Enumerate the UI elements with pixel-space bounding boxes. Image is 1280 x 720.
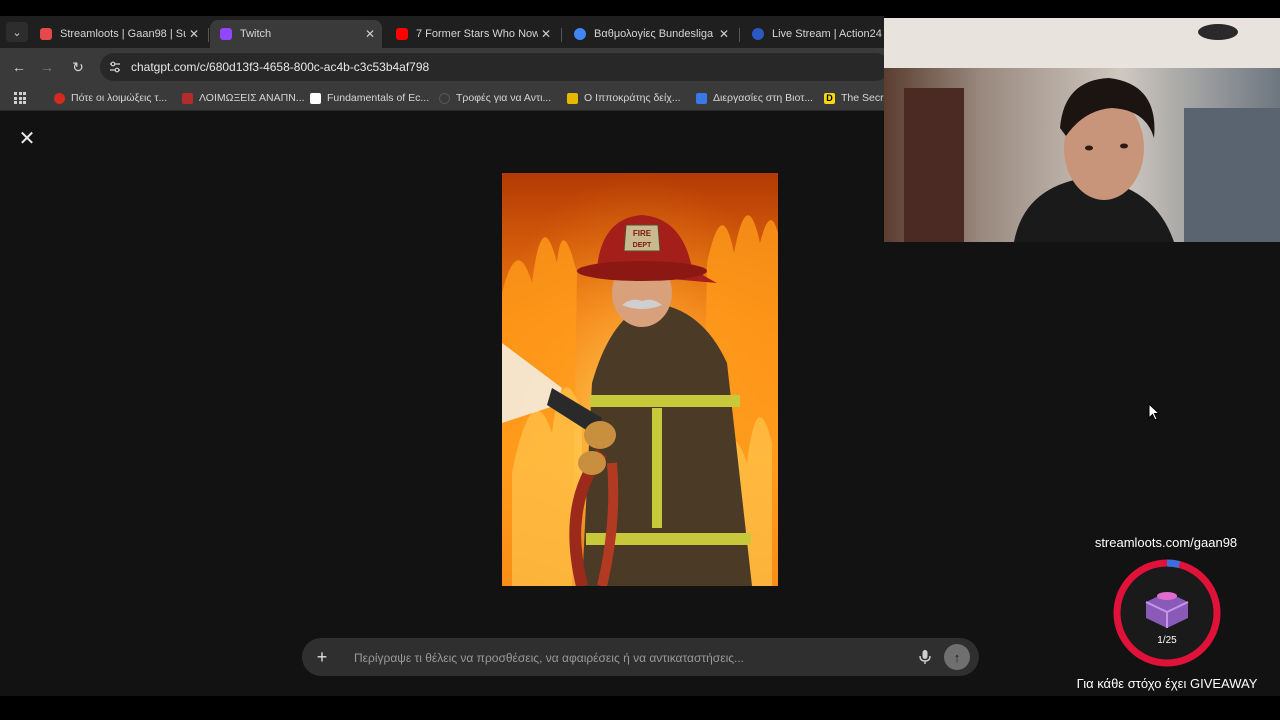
close-tab-icon[interactable]: ✕ [186, 27, 202, 41]
send-button[interactable]: ↑ [944, 644, 970, 670]
goal-progress-ring [1113, 559, 1221, 667]
url-text: chatgpt.com/c/680d13f3-4658-800c-ac4b-c3… [131, 60, 430, 74]
chevron-down-icon: ⌄ [12, 26, 22, 39]
forward-button[interactable]: → [38, 58, 56, 76]
reload-icon: ↻ [72, 58, 84, 75]
bookmark-item[interactable]: Τροφές για να Αντι... [439, 90, 551, 106]
d-icon: D [824, 92, 835, 104]
mouse-cursor-icon [1148, 403, 1160, 421]
bookmark-label: ΛΟΙΜΩΞΕΙΣ ΑΝΑΠΝ... [199, 92, 305, 104]
tab-title: Βαθμολογίες Bundesliga - [594, 28, 716, 40]
tab-search-dropdown[interactable]: ⌄ [6, 22, 28, 42]
tab-streamloots[interactable]: Streamloots | Gaan98 | Sup ✕ [30, 20, 206, 48]
twitch-icon [220, 28, 232, 40]
bookmark-item[interactable]: Ο Ιπποκράτης δείχ... [567, 90, 681, 106]
action24-icon [752, 28, 764, 40]
close-tab-icon[interactable]: ✕ [716, 27, 732, 41]
bookmark-label: Ο Ιπποκράτης δείχ... [584, 92, 681, 104]
close-tab-icon[interactable]: ✕ [538, 27, 554, 41]
bookmark-label: Fundamentals of Ec... [327, 92, 430, 104]
edit-prompt-composer: + ↑ [302, 638, 979, 678]
goal-progress-count: 1/25 [1157, 635, 1177, 646]
bookmark-item[interactable]: Πότε οι λοιμώξεις τ... [54, 90, 167, 106]
add-attachment-button[interactable]: + [312, 647, 332, 667]
tab-title: Live Stream | Action24 [772, 28, 882, 40]
doc-icon [696, 92, 707, 104]
bookmark-label: Διεργασίες στη Βιοτ... [713, 92, 814, 104]
arrow-right-icon: → [40, 59, 54, 75]
webcam-feed [884, 18, 1280, 242]
tab-separator [208, 28, 209, 42]
bookmark-label: The Secre [841, 92, 890, 104]
tab-title: Twitch [240, 28, 272, 40]
helmet-text-top: FIRE [633, 229, 652, 238]
top-black-bar [0, 0, 1280, 16]
site-settings-icon[interactable] [108, 60, 122, 74]
microphone-icon[interactable] [916, 648, 934, 666]
bookmark-label: Πότε οι λοιμώξεις τ... [71, 92, 168, 104]
page-icon [310, 92, 321, 104]
firefighter-image: FIRE DEPT [502, 173, 778, 586]
tab-twitch[interactable]: Twitch ✕ [210, 20, 382, 48]
plus-icon: + [316, 647, 328, 667]
bookmarks-bar: Πότε οι λοιμώξεις τ... ΛΟΙΜΩΞΕΙΣ ΑΝΑΠΝ..… [0, 86, 889, 111]
tab-title: Streamloots | Gaan98 | Sup [60, 28, 186, 40]
swiss-cross-icon [54, 92, 65, 104]
folder-icon [567, 92, 578, 104]
helmet-text-bottom: DEPT [633, 242, 652, 249]
reload-button[interactable]: ↻ [69, 58, 87, 76]
bookmark-item[interactable]: Διεργασίες στη Βιοτ... [696, 90, 813, 106]
streamer-webcam-image [884, 18, 1280, 242]
close-tab-icon[interactable]: ✕ [362, 27, 378, 41]
tab-title: 7 Former Stars Who Now F [416, 28, 538, 40]
edit-prompt-input[interactable] [352, 638, 916, 678]
globe-icon [439, 92, 450, 104]
tab-separator [561, 28, 562, 42]
back-button[interactable]: ← [10, 58, 28, 76]
red-book-icon [182, 92, 193, 104]
bottom-black-bar [0, 696, 1280, 720]
bookmark-label: Τροφές για να Αντι... [456, 92, 552, 104]
tab-strip: ⌄ Streamloots | Gaan98 | Sup ✕ Twitch ✕ … [0, 16, 884, 48]
tab-youtube[interactable]: 7 Former Stars Who Now F ✕ [386, 20, 558, 48]
youtube-icon [396, 28, 408, 40]
apps-grid-icon[interactable] [14, 92, 26, 104]
google-icon [574, 28, 586, 40]
arrow-up-icon: ↑ [953, 649, 961, 665]
giveaway-text: Για κάθε στόχο έχει GIVEAWAY [1076, 676, 1258, 691]
bookmark-item[interactable]: ΛΟΙΜΩΞΕΙΣ ΑΝΑΠΝ... [182, 90, 305, 106]
bookmark-item[interactable]: Fundamentals of Ec... [310, 90, 429, 106]
bookmark-item[interactable]: D The Secre [824, 90, 889, 106]
address-bar[interactable]: chatgpt.com/c/680d13f3-4658-800c-ac4b-c3… [100, 53, 890, 81]
tab-action24[interactable]: Live Stream | Action24 [742, 20, 884, 48]
tab-bundesliga[interactable]: Βαθμολογίες Bundesliga - ✕ [564, 20, 736, 48]
close-viewer-button[interactable]: ✕ [18, 129, 36, 149]
streamloots-url: streamloots.com/gaan98 [1094, 535, 1238, 550]
generated-image[interactable]: FIRE DEPT [502, 173, 778, 586]
close-icon: ✕ [18, 128, 36, 150]
streamloots-icon [40, 28, 52, 40]
arrow-left-icon: ← [12, 59, 26, 75]
browser-toolbar: ← → ↻ chatgpt.com/c/680d13f3-4658-800c-a… [0, 48, 890, 86]
tab-separator [739, 28, 740, 42]
